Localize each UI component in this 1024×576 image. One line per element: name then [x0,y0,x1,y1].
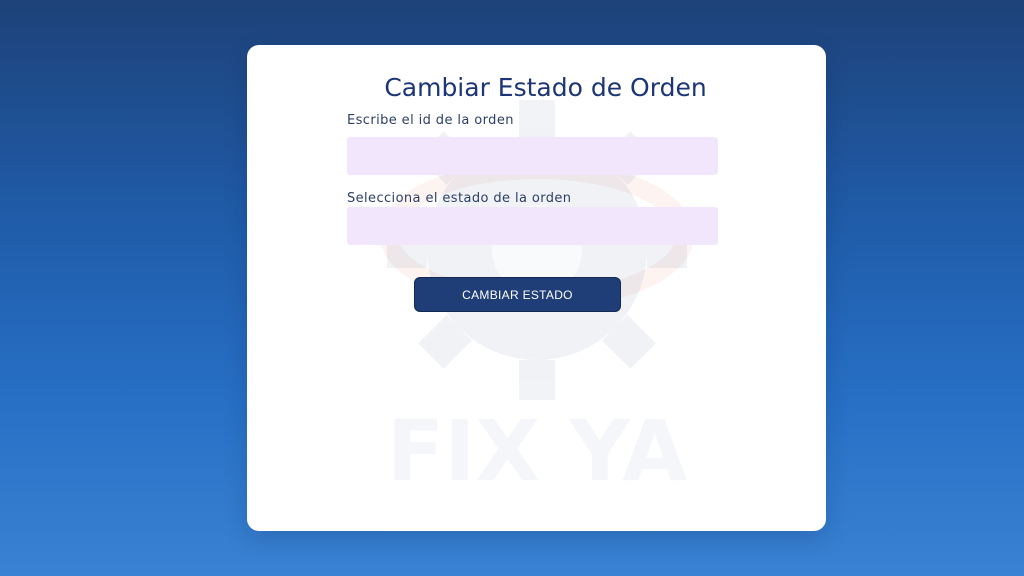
order-status-input[interactable] [347,207,718,245]
order-id-input[interactable] [347,137,718,175]
order-id-label: Escribe el id de la orden [347,113,514,128]
page-title: Cambiar Estado de Orden [384,73,707,102]
form-card: FIX YA Cambiar Estado de Orden Escribe e… [247,45,826,531]
change-status-button[interactable]: CAMBIAR ESTADO [414,277,621,312]
order-status-label: Selecciona el estado de la orden [347,191,572,206]
watermark-brand-text: FIX YA [387,402,687,500]
